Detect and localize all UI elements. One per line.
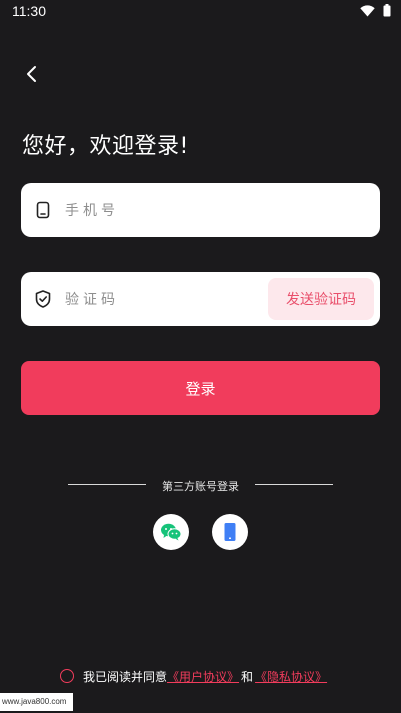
agreement-row: 我已阅读并同意 《用户协议》 和 《隐私协议》 bbox=[60, 666, 327, 686]
phone-outline-icon bbox=[36, 201, 50, 219]
privacy-policy-link[interactable]: 《隐私协议》 bbox=[255, 668, 327, 685]
wechat-icon bbox=[161, 523, 182, 541]
phone-input[interactable] bbox=[63, 183, 367, 239]
wifi-icon bbox=[360, 4, 375, 16]
watermark: www.java800.com bbox=[0, 693, 73, 711]
code-input[interactable] bbox=[63, 272, 267, 328]
user-agreement-link[interactable]: 《用户协议》 bbox=[167, 668, 239, 685]
phone-field[interactable] bbox=[21, 183, 380, 239]
agree-radio[interactable] bbox=[60, 669, 74, 683]
agreement-prefix: 我已阅读并同意 bbox=[83, 669, 168, 684]
battery-icon bbox=[383, 4, 391, 17]
status-icons bbox=[360, 4, 391, 17]
divider-left bbox=[68, 484, 146, 485]
phone-login-button[interactable] bbox=[212, 514, 248, 550]
divider-right bbox=[255, 484, 333, 485]
shield-check-icon bbox=[35, 290, 51, 308]
third-party-label: 第三方账号登录 bbox=[162, 480, 239, 493]
agreement-and: 和 bbox=[241, 669, 254, 684]
wechat-login-button[interactable] bbox=[153, 514, 189, 550]
back-button[interactable] bbox=[18, 60, 46, 88]
login-screen: 11:30 您好，欢迎登录! 发送验证码 登录 bbox=[0, 0, 401, 713]
mobile-phone-icon bbox=[224, 523, 236, 541]
login-button[interactable]: 登录 bbox=[21, 361, 380, 415]
status-bar: 11:30 bbox=[0, 0, 401, 24]
chevron-left-icon bbox=[27, 66, 36, 82]
code-field[interactable]: 发送验证码 bbox=[21, 272, 380, 328]
send-code-button[interactable]: 发送验证码 bbox=[268, 278, 374, 320]
status-time: 11:30 bbox=[12, 3, 46, 19]
greeting-title: 您好，欢迎登录! bbox=[22, 134, 189, 159]
